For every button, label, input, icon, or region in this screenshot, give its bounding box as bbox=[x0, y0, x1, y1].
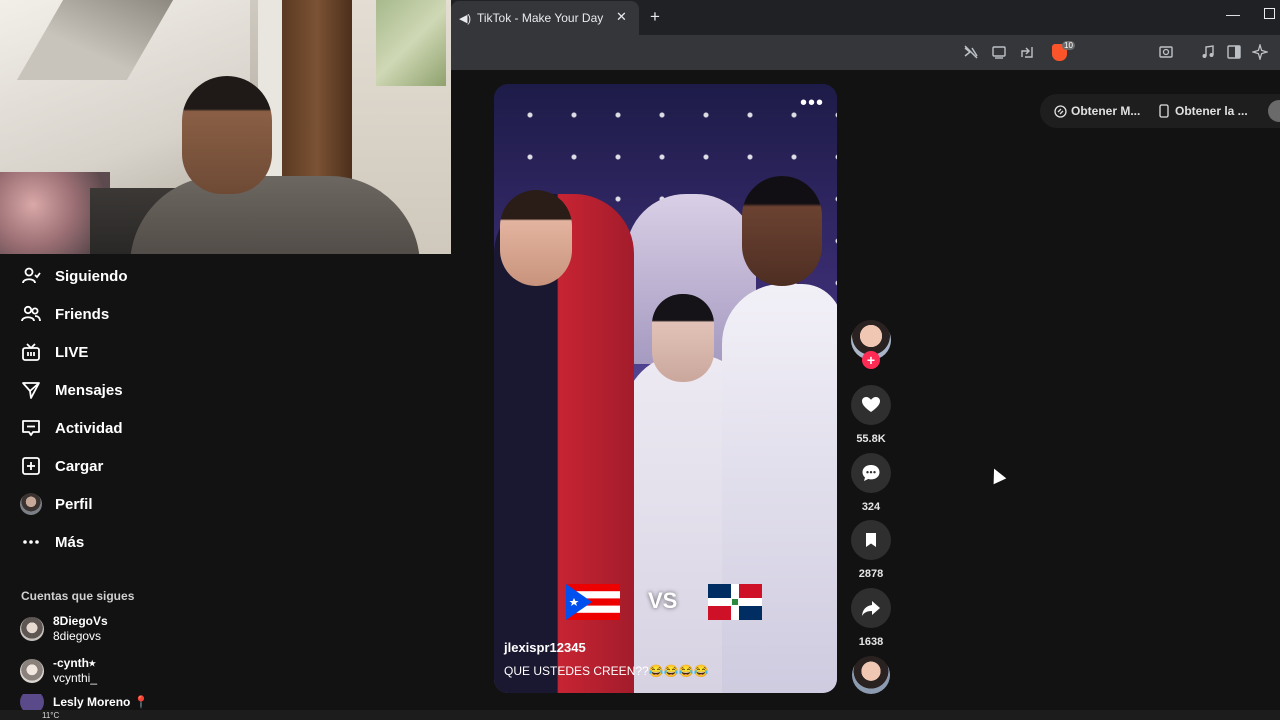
tracking-off-icon[interactable] bbox=[962, 44, 980, 62]
share-action: 1638 bbox=[851, 588, 891, 648]
browser-toolbar bbox=[451, 35, 1280, 70]
tab-close-icon[interactable]: ✕ bbox=[616, 9, 627, 25]
leo-ai-icon[interactable] bbox=[1250, 42, 1270, 62]
account-name: Lesly Moreno 📍 bbox=[53, 694, 149, 709]
live-icon bbox=[20, 341, 42, 363]
video-person-right bbox=[722, 284, 837, 693]
video-person-left-head bbox=[500, 190, 572, 286]
webcam-poster bbox=[376, 0, 446, 86]
media-music-icon[interactable] bbox=[1199, 44, 1217, 62]
account-avatar bbox=[20, 617, 44, 641]
sidebar-item-label: Siguiendo bbox=[55, 267, 128, 285]
following-account[interactable]: Lesly Moreno 📍 bbox=[20, 694, 149, 710]
video-more-options-icon[interactable]: ••• bbox=[800, 92, 824, 115]
extension-icon bbox=[1053, 104, 1067, 118]
extension-label: Obtener la ... bbox=[1175, 104, 1248, 118]
like-button[interactable] bbox=[851, 385, 891, 425]
taskbar: 11°C bbox=[0, 710, 1280, 720]
activity-icon bbox=[20, 417, 42, 439]
comment-icon bbox=[862, 465, 880, 481]
sidebar-item-actividad[interactable]: Actividad bbox=[20, 416, 123, 440]
video-player[interactable]: ••• VS jlexispr12345 QUE USTEDES CREEN??… bbox=[494, 84, 837, 693]
webcam-overlay bbox=[0, 0, 451, 254]
sidebar-item-label: Cargar bbox=[55, 457, 104, 475]
window-maximize-button[interactable] bbox=[1264, 8, 1275, 19]
weather-temperature: 11°C bbox=[42, 711, 60, 720]
dominican-flag-icon bbox=[708, 584, 762, 620]
messages-icon bbox=[20, 379, 42, 401]
comment-button[interactable] bbox=[851, 453, 891, 493]
account-avatar bbox=[20, 659, 44, 683]
more-icon bbox=[20, 531, 42, 553]
cast-icon[interactable] bbox=[990, 44, 1008, 62]
sidebar-item-label: Friends bbox=[55, 305, 110, 323]
video-overlay-text: VS bbox=[648, 588, 678, 613]
save-button[interactable] bbox=[851, 520, 891, 560]
account-name: -cynth⭒ bbox=[53, 656, 96, 670]
comment-action: 324 bbox=[851, 453, 891, 513]
video-caption: QUE USTEDES CREEN??😂😂😂😂 bbox=[504, 664, 709, 678]
sidebar-toggle-icon[interactable] bbox=[1225, 44, 1243, 62]
following-account[interactable]: 8DiegoVs 8diegovs bbox=[20, 613, 108, 645]
bookmark-icon bbox=[866, 533, 876, 547]
save-count: 2878 bbox=[858, 568, 884, 580]
extension-pill-2[interactable]: Obtener la ... bbox=[1157, 96, 1248, 126]
heart-icon bbox=[862, 397, 880, 412]
following-icon bbox=[20, 265, 42, 287]
comment-count: 324 bbox=[861, 501, 881, 513]
brave-shields-badge: 10 bbox=[1062, 41, 1075, 50]
puerto-rico-flag-icon bbox=[566, 584, 620, 620]
video-person-right-head bbox=[742, 176, 822, 286]
like-count: 55.8K bbox=[856, 433, 886, 445]
extension-pill-1[interactable]: Obtener M... bbox=[1053, 96, 1140, 126]
friends-icon bbox=[20, 303, 42, 325]
sidebar-item-label: Mensajes bbox=[55, 381, 123, 399]
video-person-middle-head bbox=[652, 294, 714, 382]
share-arrow-icon bbox=[862, 601, 880, 616]
window-minimize-button[interactable]: — bbox=[1226, 6, 1240, 22]
follow-button[interactable]: + bbox=[862, 351, 880, 369]
following-account[interactable]: -cynth⭒ vcynthi_ bbox=[20, 655, 97, 687]
account-avatar bbox=[20, 694, 44, 710]
sidebar-item-mas[interactable]: Más bbox=[20, 530, 84, 554]
save-action: 2878 bbox=[851, 520, 891, 580]
sidebar-item-friends[interactable]: Friends bbox=[20, 302, 109, 326]
sidebar-item-siguiendo[interactable]: Siguiendo bbox=[20, 264, 128, 288]
upload-icon bbox=[20, 455, 42, 477]
sidebar-item-perfil[interactable]: Perfil bbox=[20, 492, 93, 516]
following-accounts-title: Cuentas que sigues bbox=[21, 589, 135, 603]
account-handle: 8diegovs bbox=[53, 629, 102, 643]
sidebar-item-label: Perfil bbox=[55, 495, 93, 513]
share-button[interactable] bbox=[851, 588, 891, 628]
like-action: 55.8K bbox=[851, 385, 891, 445]
webcam-person-head bbox=[182, 76, 272, 194]
share-icon[interactable] bbox=[1018, 44, 1036, 62]
new-tab-button[interactable]: + bbox=[650, 7, 660, 27]
profile-avatar bbox=[20, 493, 42, 515]
sound-avatar[interactable] bbox=[852, 656, 890, 694]
speaker-icon: ◀) bbox=[458, 12, 472, 25]
sidebar-item-mensajes[interactable]: Mensajes bbox=[20, 378, 123, 402]
sidebar-item-label: Actividad bbox=[55, 419, 123, 437]
sidebar-item-cargar[interactable]: Cargar bbox=[20, 454, 103, 478]
tab-title: TikTok - Make Your Day bbox=[477, 11, 604, 25]
sidebar-item-live[interactable]: LIVE bbox=[20, 340, 88, 364]
phone-icon bbox=[1157, 104, 1171, 118]
account-name: 8DiegoVs bbox=[53, 614, 108, 628]
video-author[interactable]: jlexispr12345 bbox=[504, 640, 586, 655]
screenshot-icon[interactable] bbox=[1157, 44, 1175, 62]
share-count: 1638 bbox=[858, 636, 884, 648]
account-handle: vcynthi_ bbox=[53, 671, 98, 685]
extension-label: Obtener M... bbox=[1071, 104, 1141, 118]
browser-tab-active[interactable]: ◀) TikTok - Make Your Day bbox=[451, 1, 639, 35]
sidebar-item-label: Más bbox=[55, 533, 85, 551]
sidebar-item-label: LIVE bbox=[55, 343, 89, 361]
